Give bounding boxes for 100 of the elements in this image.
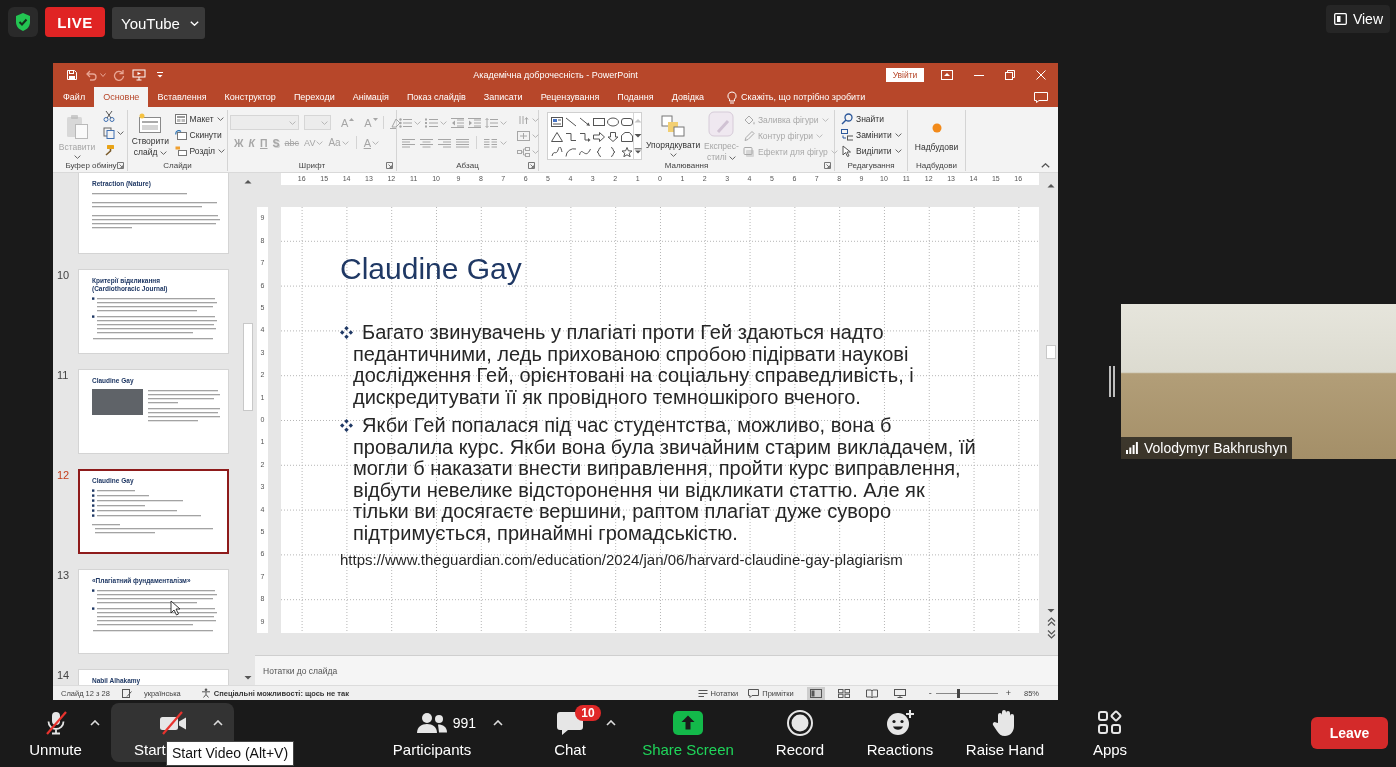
ribbon-tab[interactable]: Рецензування (531, 87, 609, 107)
mic-button[interactable]: Unmute (0, 703, 111, 762)
zoom-in-button[interactable]: + (1005, 688, 1011, 698)
reactions-button[interactable]: Reactions (854, 703, 946, 762)
scissors-icon[interactable] (103, 110, 115, 122)
undo-icon[interactable] (85, 69, 97, 81)
caret-down-icon (289, 120, 296, 125)
leave-button[interactable]: Leave (1311, 717, 1388, 749)
splitter-handle[interactable] (1109, 366, 1115, 397)
ribbon-display-icon[interactable] (941, 70, 953, 80)
ribbon-tab[interactable]: Показ слайдів (397, 87, 475, 107)
save-icon[interactable] (66, 69, 78, 81)
find-button[interactable]: Знайти (841, 112, 902, 125)
stream-dropdown[interactable]: YouTube (112, 7, 205, 39)
arrange-button[interactable]: Упорядкувати (646, 110, 700, 159)
ribbon-tab[interactable]: Вставлення (148, 87, 216, 107)
scroll-down-icon[interactable] (634, 133, 642, 138)
sign-in-button[interactable]: Увійти (886, 68, 924, 82)
slide-number: 10 (57, 269, 71, 283)
zoom-out-button[interactable]: - (928, 688, 932, 698)
participants-button[interactable]: 991 Participants (361, 703, 503, 762)
text-box-shape-icon[interactable] (551, 117, 563, 127)
ribbon-tab[interactable]: Файл (54, 87, 95, 107)
curve-shape-icon[interactable] (579, 147, 591, 157)
bullet-text: Багато звинувачень у плагіаті проти Гей здаються надто педантичними, ледь прихованою спробою підірвати наукові дослідження Гей, орієнтовані на соціальну справедливість, і дискредитувати її як провідного темношкірого вченого. (353, 322, 915, 408)
reset-button[interactable]: Скинути (174, 128, 225, 141)
record-button[interactable]: Record (746, 703, 854, 762)
rounded-rectangle-shape-icon[interactable] (621, 117, 633, 127)
dot-icon (930, 122, 943, 134)
scrollbar-thumb[interactable] (243, 323, 253, 411)
ribbon-tab[interactable]: Основне (94, 87, 149, 107)
view-button[interactable]: View (1325, 5, 1390, 33)
oval-shape-icon[interactable] (607, 117, 619, 127)
rectangle-shape-icon[interactable] (593, 117, 605, 127)
scroll-down-icon[interactable] (1047, 608, 1055, 613)
slide-sorter-icon (837, 688, 850, 698)
customize-icon[interactable] (156, 71, 164, 79)
block-arrow-right-shape-icon[interactable] (593, 132, 605, 142)
pentagon-shape-icon[interactable] (621, 132, 633, 142)
previous-slide-icon[interactable] (1046, 617, 1056, 626)
presentation-icon[interactable] (132, 69, 146, 81)
block-arrow-down-shape-icon[interactable] (607, 132, 619, 142)
select-button[interactable]: Виділити (841, 144, 902, 157)
new-slide-button[interactable]: Створити слайд (130, 110, 171, 159)
caret-up-icon[interactable] (89, 720, 100, 726)
accessibility-icon (200, 688, 211, 698)
arrow-line-shape-icon[interactable] (579, 117, 591, 127)
caret-up-icon[interactable] (212, 720, 223, 726)
add-ins-button[interactable]: Надбудови (910, 110, 963, 159)
chat-button[interactable]: 10 Chat (520, 703, 620, 762)
redo-icon[interactable] (113, 69, 125, 81)
ribbon-tab[interactable]: Переходи (284, 87, 344, 107)
scroll-up-icon[interactable] (244, 179, 252, 184)
caret-down-icon (321, 120, 328, 125)
caret-up-icon[interactable] (493, 720, 503, 726)
next-slide-icon[interactable] (1046, 630, 1056, 639)
share-button[interactable]: Share Screen (630, 703, 746, 762)
section-button[interactable]: Розділ (174, 144, 225, 157)
notes-field[interactable]: Нотатки до слайда (263, 665, 383, 677)
close-icon[interactable] (1036, 70, 1046, 80)
scroll-up-icon[interactable] (1047, 183, 1055, 188)
ribbon-tab[interactable]: Анімація (343, 87, 398, 107)
freeform-shape-icon[interactable] (551, 147, 563, 157)
caret-down-icon[interactable] (117, 131, 124, 135)
shape-gallery[interactable] (547, 112, 642, 160)
live-badge[interactable]: LIVE (45, 7, 105, 37)
ribbon-tab[interactable]: Записати (474, 87, 532, 107)
photo-placeholder (92, 389, 143, 415)
security-shield-icon[interactable] (8, 7, 38, 37)
ribbon-tab[interactable]: Конструктор (215, 87, 285, 107)
apps-button[interactable]: Apps (1064, 703, 1156, 762)
scrollbar-thumb[interactable] (1046, 345, 1056, 359)
tell-me-field[interactable]: Скажіть, що потрібно зробити (741, 90, 892, 104)
zoom-slider-thumb[interactable] (957, 688, 961, 698)
collapse-ribbon-icon[interactable] (1041, 163, 1050, 168)
elbow-arrow-shape-icon[interactable] (579, 132, 591, 142)
notes-check-icon[interactable] (121, 688, 132, 698)
ribbon-tab[interactable]: Подання (608, 87, 663, 107)
line-shape-icon[interactable] (565, 117, 577, 127)
copy-icon[interactable] (103, 127, 115, 139)
ribbon-tab[interactable]: Довідка (662, 87, 714, 107)
restore-icon[interactable] (1005, 70, 1015, 80)
paintbrush-icon[interactable] (103, 144, 115, 156)
layout-button[interactable]: Макет (174, 112, 225, 125)
replace-button[interactable]: Замінити (841, 128, 902, 141)
normal-view-icon (809, 688, 822, 698)
raise-hand-button[interactable]: Raise Hand (946, 703, 1064, 762)
caret-down-icon (821, 117, 829, 122)
dialog-launcher-icon[interactable] (824, 161, 831, 169)
comments-icon[interactable] (1034, 91, 1048, 103)
caret-up-icon[interactable] (606, 720, 616, 726)
scroll-down-icon[interactable] (244, 675, 252, 680)
view-mode-button[interactable] (806, 686, 825, 700)
more-shapes-icon[interactable] (634, 148, 642, 154)
dialog-launcher-icon[interactable] (117, 161, 124, 169)
triangle-shape-icon[interactable] (551, 132, 563, 142)
elbow-connector-shape-icon[interactable] (565, 132, 577, 142)
replace-icon (841, 128, 853, 141)
arc-shape-icon[interactable] (565, 147, 577, 157)
star-shape-icon[interactable] (621, 147, 633, 157)
